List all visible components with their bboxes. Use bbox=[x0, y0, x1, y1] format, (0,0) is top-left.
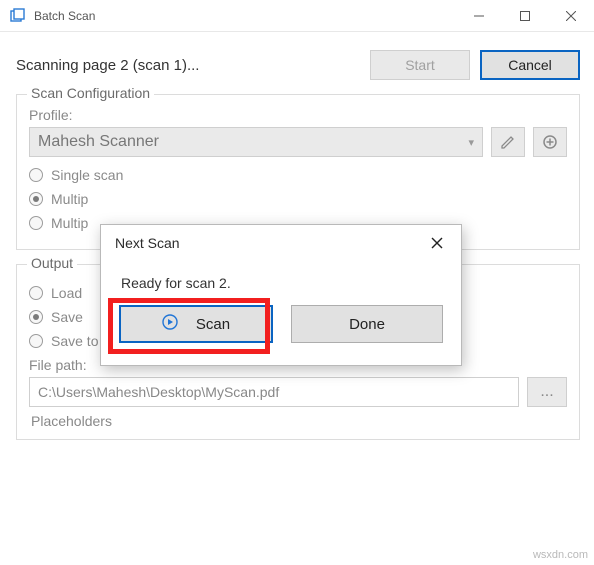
status-row: Scanning page 2 (scan 1)... Start Cancel bbox=[16, 50, 580, 80]
scan-button-label: Scan bbox=[196, 316, 230, 333]
edit-profile-button[interactable] bbox=[491, 127, 525, 157]
scan-config-title: Scan Configuration bbox=[27, 85, 154, 101]
start-button: Start bbox=[370, 50, 470, 80]
profile-value: Mahesh Scanner bbox=[38, 133, 159, 151]
radio-icon bbox=[29, 192, 43, 206]
browse-button[interactable]: ... bbox=[527, 377, 567, 407]
minimize-button[interactable] bbox=[456, 0, 502, 32]
chevron-down-icon: ▾ bbox=[468, 136, 474, 149]
watermark: wsxdn.com bbox=[533, 549, 588, 561]
done-button-label: Done bbox=[349, 316, 385, 333]
next-scan-dialog: Next Scan Ready for scan 2. Scan Done bbox=[100, 224, 462, 366]
plus-circle-icon bbox=[542, 134, 558, 150]
placeholders-link[interactable]: Placeholders bbox=[31, 413, 567, 429]
scan-button[interactable]: Scan bbox=[119, 305, 273, 343]
cancel-button[interactable]: Cancel bbox=[480, 50, 580, 80]
dialog-titlebar: Next Scan bbox=[101, 225, 461, 261]
radio-label: Single scan bbox=[51, 167, 123, 183]
profile-label: Profile: bbox=[29, 107, 567, 123]
profile-dropdown[interactable]: Mahesh Scanner ▾ bbox=[29, 127, 483, 157]
window-titlebar: Batch Scan bbox=[0, 0, 594, 32]
filepath-value: C:\Users\Mahesh\Desktop\MyScan.pdf bbox=[38, 384, 279, 400]
maximize-button[interactable] bbox=[502, 0, 548, 32]
app-icon bbox=[10, 8, 26, 24]
dialog-title: Next Scan bbox=[115, 235, 423, 251]
radio-icon bbox=[29, 168, 43, 182]
radio-label: Save bbox=[51, 309, 83, 325]
radio-label: Load bbox=[51, 285, 82, 301]
window-title: Batch Scan bbox=[34, 9, 95, 23]
dialog-message: Ready for scan 2. bbox=[121, 275, 443, 291]
radio-icon bbox=[29, 310, 43, 324]
play-circle-icon bbox=[162, 314, 178, 334]
dialog-close-button[interactable] bbox=[423, 229, 451, 257]
radio-single-scan[interactable]: Single scan bbox=[29, 167, 567, 183]
radio-icon bbox=[29, 334, 43, 348]
radio-icon bbox=[29, 216, 43, 230]
add-profile-button[interactable] bbox=[533, 127, 567, 157]
done-button[interactable]: Done bbox=[291, 305, 443, 343]
status-text: Scanning page 2 (scan 1)... bbox=[16, 57, 370, 74]
output-title: Output bbox=[27, 255, 77, 271]
pencil-icon bbox=[500, 134, 516, 150]
close-button[interactable] bbox=[548, 0, 594, 32]
filepath-input[interactable]: C:\Users\Mahesh\Desktop\MyScan.pdf bbox=[29, 377, 519, 407]
radio-icon bbox=[29, 286, 43, 300]
close-icon bbox=[431, 237, 443, 249]
radio-label: Multip bbox=[51, 191, 88, 207]
radio-label: Multip bbox=[51, 215, 88, 231]
radio-multi-1[interactable]: Multip bbox=[29, 191, 567, 207]
